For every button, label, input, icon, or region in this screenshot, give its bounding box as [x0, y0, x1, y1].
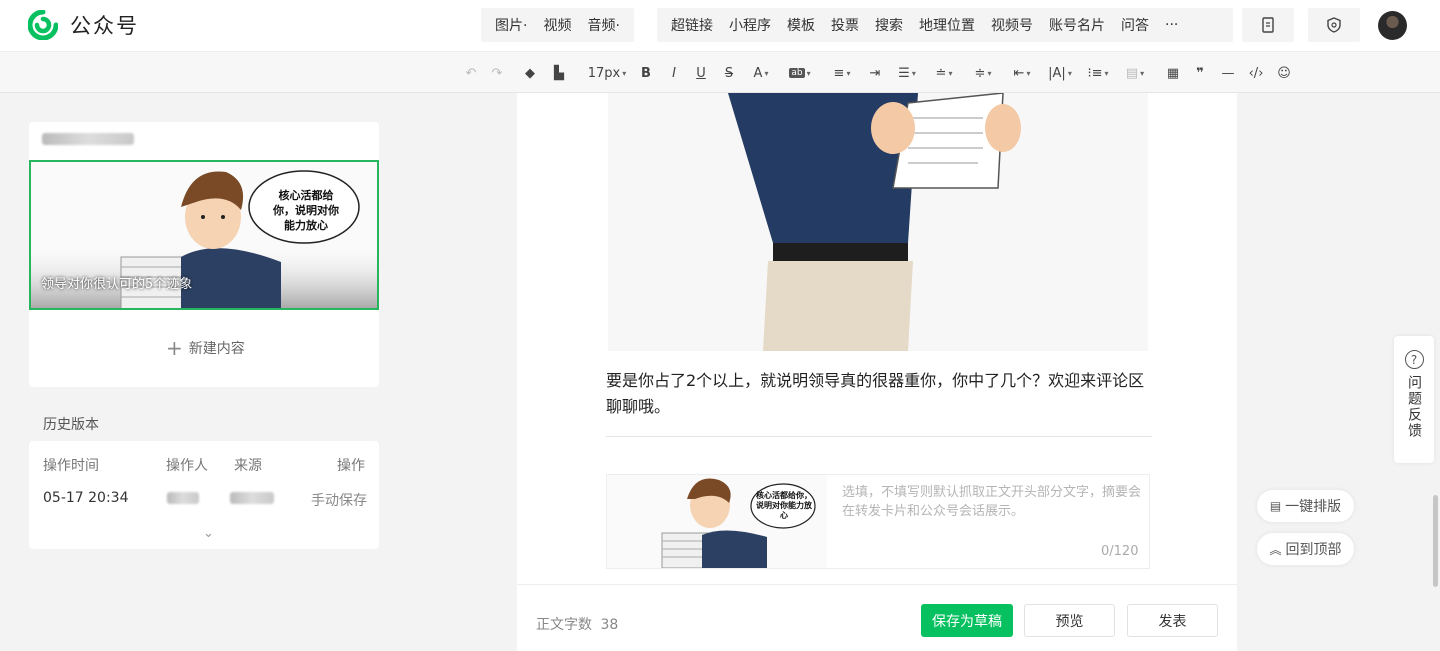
undo-icon[interactable]: ↶	[462, 62, 480, 84]
media-nav-group: 图片· 视频 音频·	[481, 8, 634, 42]
page-scrollbar[interactable]	[1433, 495, 1438, 587]
strikethrough-icon[interactable]: S	[721, 62, 737, 84]
paragraph-spacing-before-icon[interactable]: ≐ ▾	[931, 62, 957, 84]
nav-miniprogram[interactable]: 小程序	[721, 15, 779, 35]
history-header-operator: 操作人	[166, 458, 208, 474]
app-logo[interactable]: 公众号	[28, 10, 139, 40]
paragraph-spacing-after-icon[interactable]: ≑ ▾	[970, 62, 996, 84]
align-icon[interactable]: ≡ ▾	[829, 62, 855, 84]
article-illustration	[608, 93, 1148, 351]
word-count: 正文字数 38	[536, 614, 618, 634]
word-count-value: 38	[600, 617, 619, 633]
table-icon[interactable]: ▦	[1164, 62, 1182, 84]
history-title: 历史版本	[43, 417, 99, 433]
two-end-indent-icon[interactable]: ⇤ ▾	[1009, 62, 1035, 84]
font-size-value: 17px	[587, 65, 621, 81]
word-count-label: 正文字数	[536, 617, 592, 633]
nav-hyperlink[interactable]: 超链接	[663, 15, 721, 35]
horizontal-rule-icon[interactable]: —	[1219, 62, 1237, 84]
nav-channels[interactable]: 视频号	[983, 15, 1041, 35]
nav-template[interactable]: 模板	[779, 15, 823, 35]
comic-speech-bubble: 核心活都给你，说明对你能力放心	[273, 189, 339, 232]
format-icon: ▤	[1269, 499, 1282, 513]
history-expand-chevron-down-icon[interactable]: ⌄	[203, 526, 214, 541]
font-color-icon[interactable]: A ▾	[749, 62, 773, 84]
shield-icon	[1327, 17, 1341, 33]
wechat-official-logo-icon	[28, 10, 58, 40]
nav-account-card[interactable]: 账号名片	[1041, 15, 1113, 35]
summary-input[interactable]: 选填，不填写则默认抓取正文开头部分文字，摘要会在转发卡片和公众号会话展示。	[842, 483, 1142, 521]
account-name-blurred	[42, 133, 134, 149]
back-to-top-button[interactable]: ︽ 回到顶部	[1256, 532, 1355, 566]
letter-spacing-icon[interactable]: |A| ▾	[1046, 62, 1074, 84]
clear-format-icon[interactable]: ◆	[520, 62, 540, 84]
bold-icon[interactable]: B	[638, 62, 654, 84]
phone-document-icon	[1262, 17, 1274, 33]
background-color-icon[interactable]: ab ▾	[786, 62, 814, 84]
nav-qa[interactable]: 问答	[1113, 15, 1157, 35]
article-cover-item[interactable]: 核心活都给你，说明对你能力放心 领导对你很认可的5个迹象	[29, 160, 379, 310]
nav-audio[interactable]: 音频·	[579, 15, 627, 35]
nav-search[interactable]: 搜索	[867, 15, 911, 35]
new-content-label: 新建内容	[188, 341, 245, 357]
float-icon[interactable]: ▤ ▾	[1122, 62, 1148, 84]
one-click-format-label: 一键排版	[1285, 499, 1342, 515]
history-operator-blurred	[167, 492, 199, 508]
summary-cover-thumbnail[interactable]	[607, 475, 827, 568]
insert-nav-group: 超链接 小程序 模板 投票 搜索 地理位置 视频号 账号名片 问答 ···	[657, 8, 1233, 42]
nav-vote[interactable]: 投票	[823, 15, 867, 35]
history-header-time: 操作时间	[43, 458, 99, 474]
emoji-icon[interactable]: ☺	[1274, 62, 1294, 84]
code-icon[interactable]: ‹/›	[1245, 62, 1267, 84]
summary-divider	[606, 436, 1152, 437]
font-size-select[interactable]: 17px ▾	[585, 62, 629, 84]
publish-button[interactable]: 发表	[1127, 604, 1218, 637]
history-restore-action[interactable]: 手动保存	[311, 490, 367, 510]
user-avatar[interactable]	[1378, 11, 1407, 40]
redo-icon[interactable]: ↷	[488, 62, 506, 84]
plus-icon: +	[166, 336, 183, 360]
history-time: 05-17 20:34	[43, 490, 129, 506]
brand-name: 公众号	[70, 14, 139, 38]
summary-char-counter: 0/120	[1101, 544, 1139, 559]
cover-caption: 领导对你很认可的5个迹象	[41, 277, 193, 292]
list-icon[interactable]: ⁝≡ ▾	[1085, 62, 1111, 84]
nav-more[interactable]: ···	[1157, 17, 1186, 33]
security-button[interactable]	[1308, 8, 1360, 42]
history-header-source: 来源	[234, 458, 262, 474]
question-icon: ?	[1404, 350, 1424, 369]
phone-preview-button[interactable]	[1242, 8, 1294, 42]
quote-icon[interactable]: ❞	[1191, 62, 1209, 84]
thumbnail-speech-bubble: 核心活都给你，说明对你能力放心	[756, 491, 812, 520]
nav-video[interactable]: 视频	[535, 15, 579, 35]
nav-image[interactable]: 图片·	[487, 15, 535, 35]
nav-location[interactable]: 地理位置	[911, 15, 983, 35]
history-source-blurred	[230, 492, 274, 508]
line-height-icon[interactable]: ☰ ▾	[894, 62, 920, 84]
italic-icon[interactable]: I	[666, 62, 682, 84]
article-body-text[interactable]: 要是你占了2个以上，就说明领导真的很器重你，你中了几个？欢迎来评论区聊聊哦。	[606, 368, 1156, 420]
double-chevron-up-icon: ︽	[1269, 542, 1282, 557]
underline-icon[interactable]: U	[693, 62, 709, 84]
new-content-button[interactable]: + 新建内容	[166, 338, 245, 358]
history-header-action: 操作	[337, 458, 365, 474]
feedback-label: 问题反馈	[1406, 375, 1422, 439]
format-painter-icon[interactable]: ▙	[549, 62, 569, 84]
feedback-button[interactable]: ? 问题反馈	[1394, 336, 1434, 463]
indent-icon[interactable]: ⇥	[866, 62, 884, 84]
back-to-top-label: 回到顶部	[1285, 542, 1342, 558]
preview-button[interactable]: 预览	[1024, 604, 1115, 637]
save-draft-button[interactable]: 保存为草稿	[921, 604, 1013, 637]
one-click-format-button[interactable]: ▤ 一键排版	[1256, 489, 1355, 523]
